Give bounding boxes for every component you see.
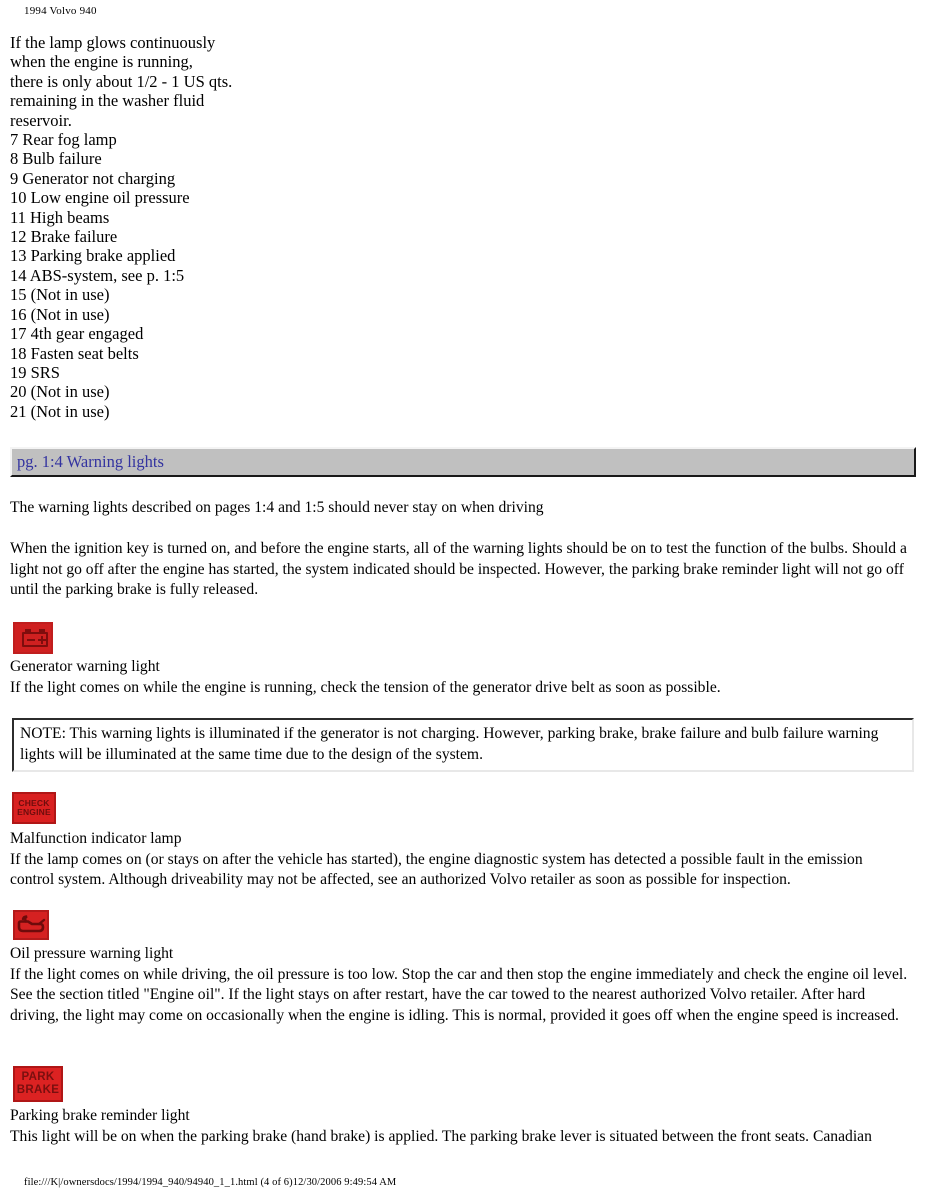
- generator-warning-body: If the light comes on while the engine i…: [10, 678, 721, 696]
- generator-warning-block: Generator warning light If the light com…: [10, 657, 910, 698]
- washer-line: there is only about 1/2 - 1 US qts.: [10, 71, 233, 91]
- intro-paragraph: The warning lights described on pages 1:…: [10, 499, 544, 516]
- parking-brake-body: This light will be on when the parking b…: [10, 1127, 872, 1145]
- battery-icon: [13, 622, 53, 654]
- washer-line: If the lamp glows continuously: [10, 33, 216, 52]
- symbol-legend-list: 7 Rear fog lamp 8 Bulb failure 9 Generat…: [10, 130, 917, 421]
- malfunction-indicator-body: If the lamp comes on (or stays on after …: [10, 850, 863, 889]
- washer-fluid-note: If the lamp glows continuously when the …: [10, 33, 917, 130]
- list-item: 13 Parking brake applied: [10, 246, 176, 266]
- list-item: 7 Rear fog lamp: [10, 130, 117, 150]
- list-item: 9 Generator not charging: [10, 168, 176, 188]
- running-head: 1994 Volvo 940: [24, 5, 97, 17]
- footer-path: file:///K|/ownersdocs/1994/1994_940/9494…: [24, 1177, 397, 1188]
- park-brake-line2: BRAKE: [16, 1084, 60, 1096]
- document-page: 1994 Volvo 940 If the lamp glows continu…: [0, 0, 927, 1200]
- list-item: 17 4th gear engaged: [10, 324, 144, 344]
- washer-line: when the engine is running,: [10, 52, 193, 72]
- parking-brake-block: Parking brake reminder light This light …: [10, 1106, 920, 1147]
- list-item: 12 Brake failure: [10, 227, 118, 247]
- list-item: 20 (Not in use): [10, 382, 110, 402]
- list-item: 21 (Not in use): [10, 401, 110, 421]
- list-item: 19 SRS: [10, 362, 60, 382]
- check-engine-icon: CHECK ENGINE: [12, 792, 56, 824]
- park-brake-icon: PARK BRAKE: [13, 1066, 63, 1102]
- oil-can-icon: [13, 910, 49, 940]
- battery-minus-sign: [26, 638, 35, 641]
- battery-plus-sign-vertical: [40, 635, 44, 644]
- list-item: 8 Bulb failure: [10, 149, 102, 169]
- oil-pressure-title: Oil pressure warning light: [10, 945, 174, 962]
- parking-brake-title: Parking brake reminder light: [10, 1107, 190, 1124]
- note-box: NOTE: This warning lights is illuminated…: [12, 718, 914, 772]
- upper-text-column: If the lamp glows continuously when the …: [10, 33, 917, 421]
- malfunction-indicator-title: Malfunction indicator lamp: [10, 830, 182, 847]
- park-brake-line1: PARK: [21, 1071, 55, 1083]
- oil-pressure-block: Oil pressure warning light If the light …: [10, 944, 915, 1026]
- bulb-test-paragraph: When the ignition key is turned on, and …: [10, 540, 907, 598]
- generator-warning-title: Generator warning light: [10, 658, 160, 675]
- list-item: 10 Low engine oil pressure: [10, 188, 190, 208]
- list-item: 16 (Not in use): [10, 304, 110, 324]
- malfunction-indicator-block: Malfunction indicator lamp If the lamp c…: [10, 829, 905, 891]
- oil-pressure-body: If the light comes on while driving, the…: [10, 965, 908, 1024]
- section-heading-bar: pg. 1:4 Warning lights: [10, 447, 916, 477]
- note-text: NOTE: This warning lights is illuminated…: [20, 725, 879, 763]
- list-item: 14 ABS-system, see p. 1:5: [10, 265, 185, 285]
- list-item: 18 Fasten seat belts: [10, 343, 139, 363]
- washer-line: reservoir.: [10, 110, 72, 130]
- washer-line: remaining in the washer fluid: [10, 91, 205, 111]
- oil-can-glyph: [17, 915, 46, 933]
- list-item: 11 High beams: [10, 207, 110, 227]
- page-title: pg. 1:4 Warning lights: [17, 452, 164, 471]
- check-engine-line2: ENGINE: [17, 807, 51, 817]
- list-item: 15 (Not in use): [10, 285, 110, 305]
